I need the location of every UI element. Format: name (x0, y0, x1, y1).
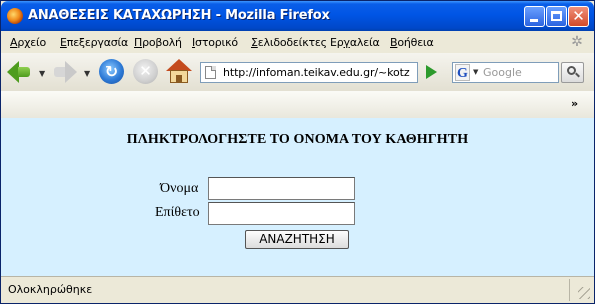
title-bar[interactable]: ΑΝΑΘΕΣΕΙΣ ΚΑΤΑΧΩΡΗΣΗ - Mozilla Firefox ✕ (1, 1, 594, 31)
search-submit-button[interactable]: ΑΝΑΖΗΤΗΣΗ (245, 230, 349, 249)
google-icon: G (455, 64, 470, 81)
page-heading: ΠΛΗΚΤΡΟΛΟΓΗΣΤΕ ΤΟ ΟΝΟΜΑ ΤΟΥ ΚΑΘΗΓΗΤΗ (126, 132, 469, 147)
page-icon (205, 66, 216, 79)
menu-tools[interactable]: Εργαλεία (330, 36, 380, 49)
surname-input[interactable] (208, 202, 355, 225)
menu-bar: Αρχείο Επεξεργασία Προβολή Ιστορικό Σελι… (1, 31, 594, 53)
close-button[interactable]: ✕ (568, 6, 589, 27)
name-input[interactable] (208, 177, 355, 200)
browser-window: ΑΝΑΘΕΣΕΙΣ ΚΑΤΑΧΩΡΗΣΗ - Mozilla Firefox ✕… (0, 0, 595, 304)
minimize-icon (530, 19, 538, 22)
menu-edit[interactable]: Επεξεργασία (60, 36, 128, 49)
firefox-logo-icon (7, 8, 23, 24)
forward-button[interactable] (53, 59, 79, 85)
surname-label: Επίθετο (155, 205, 200, 220)
go-button[interactable] (422, 63, 440, 81)
maximize-icon (551, 11, 562, 21)
back-button[interactable] (7, 59, 33, 85)
home-button[interactable] (166, 59, 192, 85)
status-divider (569, 279, 570, 301)
menu-history[interactable]: Ιστορικό (192, 36, 238, 49)
url-text[interactable]: http://infoman.teikav.edu.gr/~kotz (223, 66, 410, 79)
menu-file[interactable]: Αρχείο (10, 36, 46, 49)
forward-arrow-icon (65, 61, 77, 83)
menu-bookmarks[interactable]: Σελιδοδείκτες (251, 36, 327, 49)
forward-history-dropdown-icon[interactable]: ▼ (84, 69, 90, 78)
reload-button[interactable]: ↻ (99, 59, 124, 84)
chevron-down-icon: ▼ (473, 68, 479, 76)
maximize-button[interactable] (546, 6, 567, 27)
throbber-icon: ✲ (571, 34, 583, 50)
status-text: Ολοκληρώθηκε (8, 283, 93, 296)
stop-button[interactable]: ✕ (133, 59, 158, 84)
search-button[interactable] (561, 62, 584, 83)
window-title: ΑΝΑΘΕΣΕΙΣ ΚΑΤΑΧΩΡΗΣΗ - Mozilla Firefox (28, 8, 330, 23)
bookmarks-overflow-chevron-icon[interactable]: » (571, 97, 578, 110)
search-input[interactable]: Google (481, 62, 559, 83)
go-arrow-icon (426, 65, 437, 79)
back-history-dropdown-icon[interactable]: ▼ (39, 69, 45, 78)
search-engine-selector[interactable]: G ▼ (452, 62, 481, 83)
resize-grip-icon[interactable] (578, 287, 590, 299)
menu-help[interactable]: Βοήθεια (390, 36, 434, 49)
stop-icon: ✕ (139, 62, 152, 80)
menu-view[interactable]: Προβολή (134, 36, 182, 49)
url-bar[interactable]: http://infoman.teikav.edu.gr/~kotz (200, 62, 418, 83)
status-bar: Ολοκληρώθηκε (1, 276, 594, 303)
bookmarks-toolbar: » (1, 91, 594, 119)
minimize-button[interactable] (524, 6, 545, 27)
reload-icon: ↻ (104, 62, 119, 81)
page-content: ΠΛΗΚΤΡΟΛΟΓΗΣΤΕ ΤΟ ΟΝΟΜΑ ΤΟΥ ΚΑΘΗΓΗΤΗ Όνο… (1, 118, 594, 276)
close-icon: ✕ (572, 7, 585, 25)
name-label: Όνομα (160, 181, 199, 196)
